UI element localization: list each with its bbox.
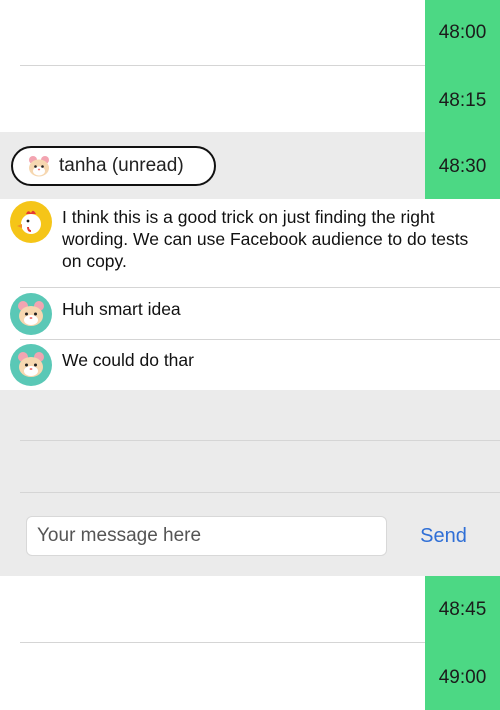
time-slot-label[interactable]: 48:45 (425, 599, 500, 621)
time-slot-label[interactable]: 48:15 (425, 90, 500, 112)
row-divider (20, 339, 500, 340)
row-divider (20, 440, 500, 441)
message-input[interactable] (26, 516, 387, 556)
hamster-avatar (10, 344, 52, 386)
chicken-icon (17, 210, 41, 234)
row-divider (20, 65, 425, 66)
hamster-icon (18, 301, 44, 326)
time-slot-label[interactable]: 49:00 (425, 667, 500, 689)
sender-pill[interactable]: tanha (unread) (11, 146, 216, 186)
hamster-icon (29, 156, 49, 177)
message-text: I think this is a good trick on just fin… (62, 207, 469, 271)
time-column-bottom (425, 576, 500, 710)
time-slot-label[interactable]: 48:30 (425, 156, 500, 178)
time-column-top (425, 0, 500, 132)
row-divider (20, 492, 500, 493)
time-slot-label[interactable]: 48:00 (425, 22, 500, 44)
send-button[interactable]: Send (406, 520, 481, 552)
chicken-avatar (10, 201, 52, 243)
message-text: Huh smart idea (62, 299, 181, 319)
hamster-icon (18, 352, 44, 377)
row-divider (20, 287, 500, 288)
message-text: We could do thar (62, 350, 194, 370)
sender-name-label: tanha (unread) (59, 155, 184, 176)
hamster-avatar (10, 293, 52, 335)
row-divider (20, 642, 425, 643)
